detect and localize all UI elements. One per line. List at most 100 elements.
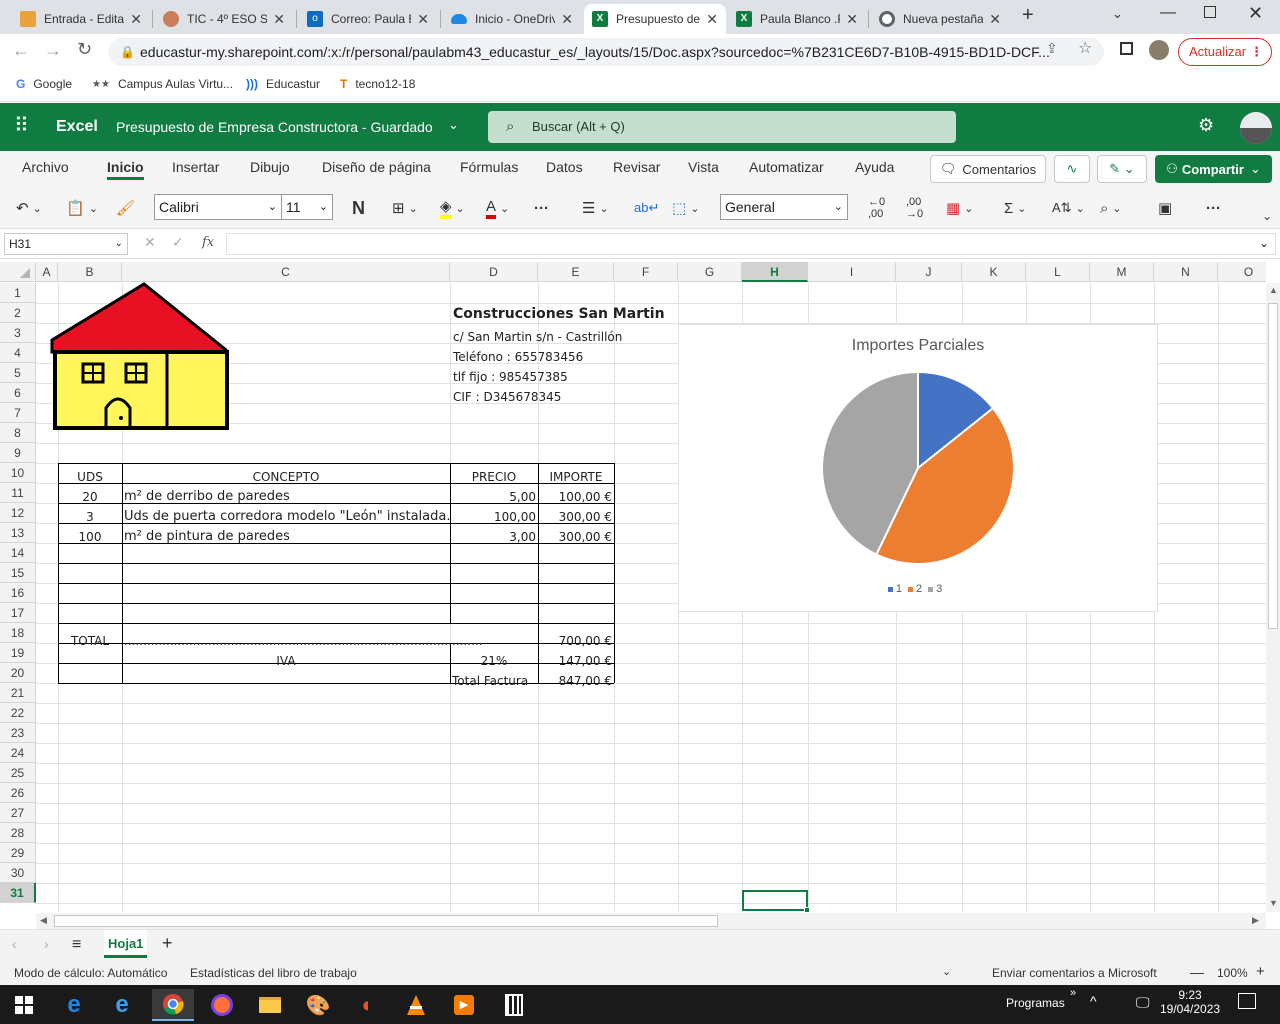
zoom-out-icon[interactable]: —: [1190, 964, 1204, 980]
pie-chart[interactable]: Importes Parciales 123: [678, 324, 1158, 612]
vertical-scroll-thumb[interactable]: [1268, 303, 1278, 629]
side-panel-icon[interactable]: [1120, 42, 1133, 55]
close-tab-icon[interactable]: ✕: [706, 11, 718, 28]
bookmark-tecno[interactable]: T tecno12-18: [340, 77, 415, 91]
browser-tab[interactable]: Nueva pestaña ✕: [871, 4, 1009, 34]
app-launcher-icon[interactable]: ⠿: [14, 116, 29, 136]
close-tab-icon[interactable]: ✕: [417, 11, 429, 28]
bookmark-google[interactable]: G Google: [16, 77, 72, 91]
calc-mode[interactable]: Modo de cálculo: Automático: [14, 966, 167, 980]
share-page-icon[interactable]: ⇪: [1046, 40, 1058, 57]
fill-handle[interactable]: [804, 907, 810, 912]
close-window-icon[interactable]: ✕: [1248, 3, 1263, 24]
paint-icon[interactable]: 🎨: [300, 989, 336, 1021]
browser-tab[interactable]: Entrada - Editar ✕: [12, 4, 150, 34]
cell-precio[interactable]: 5,00: [450, 487, 538, 507]
sheet-tab-hoja1[interactable]: Hoja1: [104, 930, 148, 958]
cell-concepto[interactable]: Uds de puerta corredora modelo "León" in…: [122, 507, 450, 527]
borders-icon[interactable]: ⊞ ⌄: [392, 195, 418, 221]
conditional-format-icon[interactable]: ▦ ⌄: [946, 195, 973, 221]
autosum-icon[interactable]: Σ ⌄: [1004, 195, 1027, 221]
cell-importe[interactable]: 300,00 €: [538, 527, 614, 547]
invoice-total-value[interactable]: 847,00 €: [538, 671, 614, 691]
tab-insertar[interactable]: Insertar: [172, 159, 219, 175]
iva-rate[interactable]: 21%: [450, 651, 538, 671]
browser-tab[interactable]: TIC - 4º ESO Sa ✕: [155, 4, 293, 34]
back-icon[interactable]: ←: [12, 40, 30, 61]
firefox-icon[interactable]: [204, 989, 240, 1021]
chrome-taskbar-icon[interactable]: [152, 989, 194, 1021]
app-icon[interactable]: ◐: [350, 989, 386, 1021]
name-box[interactable]: H31 ⌄: [4, 233, 128, 255]
workbook-stats[interactable]: Estadísticas del libro de trabajo: [190, 966, 357, 980]
tab-archivo[interactable]: Archivo: [22, 159, 69, 175]
catch-up-button[interactable]: ∿: [1054, 155, 1090, 183]
total-value[interactable]: 700,00 €: [538, 631, 614, 651]
reload-icon[interactable]: ↻: [77, 39, 92, 60]
horizontal-scroll-thumb[interactable]: [54, 915, 718, 927]
more-commands-icon[interactable]: ···: [1206, 195, 1221, 221]
prev-sheet-icon[interactable]: ‹: [12, 936, 17, 952]
decrease-decimal-icon[interactable]: ,00 →0: [906, 195, 923, 221]
show-hidden-icons[interactable]: ^: [1090, 993, 1097, 1009]
number-format-select[interactable]: General ⌄: [720, 194, 848, 220]
scroll-left-icon[interactable]: ◀: [40, 915, 47, 926]
browser-tab[interactable]: o Correo: Paula B ✕: [299, 4, 437, 34]
confirm-entry-icon[interactable]: ✓: [172, 234, 184, 251]
media-player-icon[interactable]: ▶: [446, 989, 482, 1021]
cell-uds[interactable]: 100: [58, 527, 122, 547]
merge-center-icon[interactable]: ⬚ ⌄: [672, 195, 699, 221]
zoom-in-icon[interactable]: +: [1256, 963, 1265, 980]
document-title[interactable]: Presupuesto de Empresa Constructora - Gu…: [116, 119, 433, 135]
insert-function-icon[interactable]: fx: [202, 235, 214, 250]
cell-precio[interactable]: 100,00: [450, 507, 538, 527]
scroll-right-icon[interactable]: ▶: [1252, 915, 1259, 926]
close-tab-icon[interactable]: ✕: [846, 11, 858, 28]
clock[interactable]: 9:23 19/04/2023: [1160, 988, 1220, 1016]
close-tab-icon[interactable]: ✕: [561, 11, 573, 28]
chevron-down-icon[interactable]: ⌄: [942, 965, 951, 978]
undo-icon[interactable]: ↶ ⌄: [16, 195, 42, 221]
bold-button[interactable]: N: [352, 195, 365, 221]
iva-label[interactable]: IVA: [122, 651, 450, 671]
tab-automatizar[interactable]: Automatizar: [749, 159, 824, 175]
bookmark-star-icon[interactable]: ☆: [1078, 38, 1092, 58]
scroll-up-icon[interactable]: ▲: [1269, 285, 1278, 295]
tab-inicio[interactable]: Inicio: [107, 159, 144, 180]
feedback-link[interactable]: Enviar comentarios a Microsoft: [992, 966, 1157, 980]
vertical-scrollbar[interactable]: ▲ ▼: [1266, 283, 1280, 912]
tab-ayuda[interactable]: Ayuda: [855, 159, 894, 175]
settings-gear-icon[interactable]: ⚙: [1198, 115, 1214, 136]
update-button[interactable]: Actualizar ⋮: [1178, 38, 1272, 66]
iva-value[interactable]: 147,00 €: [538, 651, 614, 671]
tab-formulas[interactable]: Fórmulas: [460, 159, 518, 175]
maximize-icon[interactable]: [1204, 6, 1216, 18]
cell-concepto[interactable]: m² de pintura de paredes: [122, 527, 450, 547]
analyze-data-icon[interactable]: ▣: [1158, 195, 1172, 221]
zoom-level[interactable]: 100%: [1217, 966, 1248, 980]
spreadsheet-grid[interactable]: ABCDEFGHIJKLMNO 1 2 3 4 5 6 7 8 9 10 11 12 13 14 15 16 1…: [0, 262, 1266, 912]
invoice-total-label[interactable]: Total Factura: [450, 671, 538, 691]
next-sheet-icon[interactable]: ›: [44, 936, 49, 952]
forward-icon[interactable]: →: [44, 40, 62, 61]
expand-ribbon-icon[interactable]: ⌄: [1262, 203, 1272, 229]
app-name[interactable]: Excel: [56, 118, 98, 136]
browser-tab[interactable]: X Paula Blanco .F ✕: [728, 4, 866, 34]
profile-avatar[interactable]: [1149, 40, 1169, 60]
increase-decimal-icon[interactable]: ←0,00: [868, 195, 885, 221]
font-size-select[interactable]: 11 ⌄: [281, 194, 333, 220]
cell-concepto[interactable]: m² de derribo de paredes: [122, 487, 450, 507]
toolbar-expand-icon[interactable]: »: [1070, 987, 1076, 999]
find-icon[interactable]: ⌕ ⌄: [1100, 195, 1122, 221]
comments-button[interactable]: 🗨 Comentarios: [930, 155, 1046, 183]
internet-explorer-icon[interactable]: e: [104, 989, 140, 1021]
minimize-icon[interactable]: —: [1160, 4, 1176, 22]
close-tab-icon[interactable]: ✕: [130, 11, 142, 28]
browser-tab-active[interactable]: X Presupuesto de ✕: [584, 4, 726, 34]
browser-tab[interactable]: Inicio - OneDriv ✕: [443, 4, 581, 34]
url-input[interactable]: 🔒 educastur-my.sharepoint.com/:x:/r/pers…: [108, 38, 1104, 66]
tab-datos[interactable]: Datos: [546, 159, 583, 175]
vlc-icon[interactable]: [398, 989, 434, 1021]
total-label[interactable]: TOTAL: [58, 631, 122, 651]
editing-mode-button[interactable]: ✎ ⌄: [1097, 155, 1147, 183]
